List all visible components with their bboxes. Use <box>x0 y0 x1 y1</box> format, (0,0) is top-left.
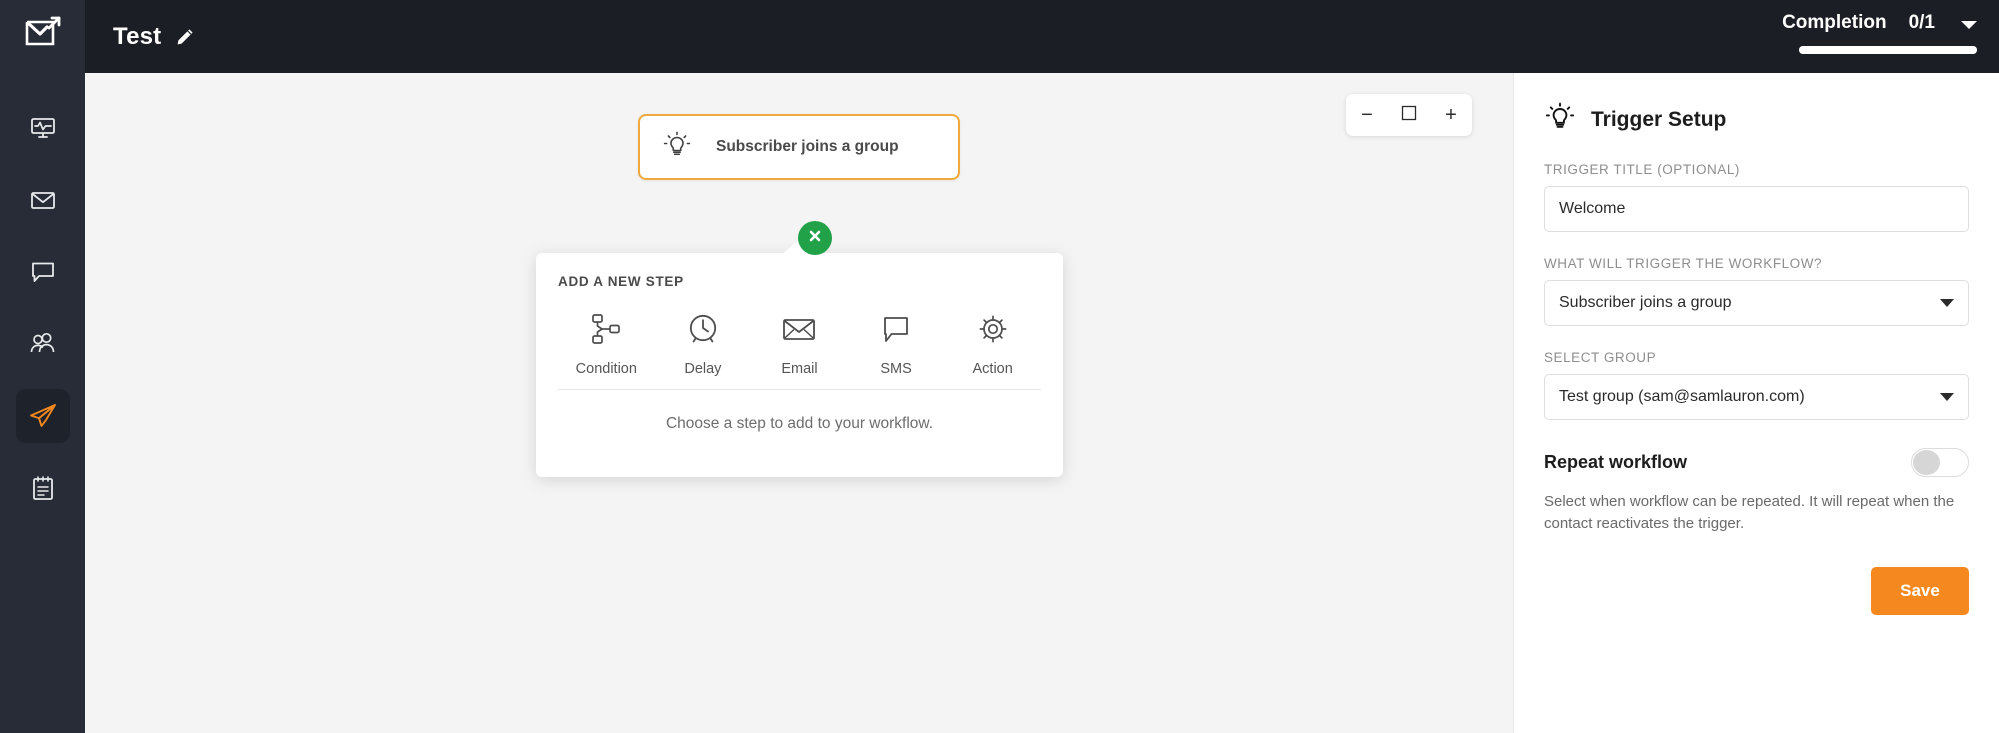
completion-progress-fill <box>1799 46 1977 54</box>
paper-plane-icon <box>28 402 58 430</box>
trigger-type-select[interactable]: Subscriber joins a group <box>1544 280 1969 326</box>
top-header: Test Completion 0/1 <box>85 0 1999 73</box>
step-option-action[interactable]: Action <box>944 307 1041 390</box>
zoom-in-label: + <box>1445 104 1457 126</box>
canvas-zoom-controls: − + <box>1346 94 1472 136</box>
subscribers-people-icon <box>29 331 57 357</box>
envelope-icon <box>781 307 817 351</box>
completion-row: Completion 0/1 <box>1782 12 1977 34</box>
sidebar-item-campaigns[interactable] <box>16 173 70 227</box>
sidebar-item-dashboard[interactable] <box>16 101 70 155</box>
completion-label: Completion <box>1782 12 1887 33</box>
trigger-type-select-value: Subscriber joins a group <box>1559 294 1732 311</box>
automation-workflow-builder: Test Completion 0/1 Subscriber joins a g… <box>0 0 1999 733</box>
chevron-down-icon[interactable] <box>1961 21 1977 29</box>
group-select-value: Test group (sam@samlauron.com) <box>1559 388 1805 405</box>
notepad-forms-icon <box>31 475 55 501</box>
pencil-icon[interactable] <box>175 27 195 47</box>
envelope-icon <box>30 187 56 213</box>
sidebar-nav <box>15 101 70 515</box>
chevron-down-icon <box>1940 393 1954 401</box>
gear-icon <box>976 307 1010 351</box>
workflow-title-group: Test <box>113 23 195 51</box>
zoom-out-button[interactable]: − <box>1350 94 1384 136</box>
save-button-row: Save <box>1544 566 1969 615</box>
completion-status: Completion 0/1 <box>1782 12 1977 54</box>
fit-to-screen-icon <box>1401 105 1417 126</box>
repeat-workflow-label: Repeat workflow <box>1544 452 1688 472</box>
group-select-label: SELECT GROUP <box>1544 350 1657 365</box>
step-option-label: Action <box>972 361 1013 377</box>
trigger-title-label: TRIGGER TITLE (OPTIONAL) <box>1544 162 1740 177</box>
trigger-node-label: Subscriber joins a group <box>716 138 899 155</box>
trigger-title-input[interactable] <box>1544 186 1969 232</box>
chat-bubble-icon <box>30 259 56 285</box>
close-step-popup-button[interactable] <box>798 221 832 255</box>
zoom-in-button[interactable]: + <box>1434 94 1468 136</box>
completion-progress-bar <box>1799 46 1977 54</box>
zoom-out-label: − <box>1361 104 1373 126</box>
step-option-label: Condition <box>575 361 637 377</box>
add-step-popup-title: ADD A NEW STEP <box>558 274 684 289</box>
lightbulb-icon <box>662 130 692 165</box>
step-option-email[interactable]: Email <box>751 307 848 390</box>
app-logo[interactable] <box>0 0 85 73</box>
sidebar-item-automation[interactable] <box>15 389 70 443</box>
trigger-setup-panel: Trigger Setup TRIGGER TITLE (OPTIONAL) W… <box>1513 73 1999 733</box>
chevron-down-icon <box>1940 299 1954 307</box>
branch-condition-icon <box>589 307 623 351</box>
save-button[interactable]: Save <box>1871 566 1969 615</box>
step-option-label: Delay <box>684 361 722 377</box>
workflow-canvas[interactable]: Subscriber joins a group ADD A NEW STEP <box>85 73 1513 733</box>
completion-count: 0/1 <box>1908 12 1935 33</box>
step-option-delay[interactable]: Delay <box>654 307 752 390</box>
repeat-workflow-row: Repeat workflow <box>1544 448 1969 477</box>
group-select[interactable]: Test group (sam@samlauron.com) <box>1544 374 1969 420</box>
envelope-arrow-logo-icon <box>23 14 63 59</box>
add-step-popup: ADD A NEW STEP Condition Delay Email SMS… <box>536 240 1063 477</box>
repeat-workflow-toggle[interactable] <box>1911 448 1969 477</box>
dashboard-monitor-icon <box>30 115 56 141</box>
sidebar-item-subscribers[interactable] <box>16 317 70 371</box>
trigger-select-label: WHAT WILL TRIGGER THE WORKFLOW? <box>1544 256 1823 271</box>
step-option-label: Email <box>781 361 818 377</box>
panel-header: Trigger Setup <box>1544 101 1969 138</box>
step-option-sms[interactable]: SMS <box>847 307 945 390</box>
step-options-row: Condition Delay Email SMS Action <box>536 307 1063 390</box>
close-x-icon <box>807 228 823 249</box>
repeat-workflow-description: Select when workflow can be repeated. It… <box>1544 493 1955 532</box>
toggle-knob <box>1913 450 1940 475</box>
trigger-node-card[interactable]: Subscriber joins a group <box>638 114 960 180</box>
step-option-condition[interactable]: Condition <box>558 307 655 390</box>
step-option-label: SMS <box>880 361 912 377</box>
lightbulb-icon <box>1544 101 1576 138</box>
sidebar-item-messages[interactable] <box>16 245 70 299</box>
page-title: Test <box>113 22 162 50</box>
clock-icon <box>686 307 720 351</box>
left-sidebar <box>0 0 85 733</box>
panel-title: Trigger Setup <box>1591 107 1727 131</box>
fit-to-screen-button[interactable] <box>1392 94 1426 136</box>
chat-bubble-icon <box>880 307 912 351</box>
add-step-hint: Choose a step to add to your workflow. <box>665 415 934 432</box>
sidebar-item-forms[interactable] <box>16 461 70 515</box>
